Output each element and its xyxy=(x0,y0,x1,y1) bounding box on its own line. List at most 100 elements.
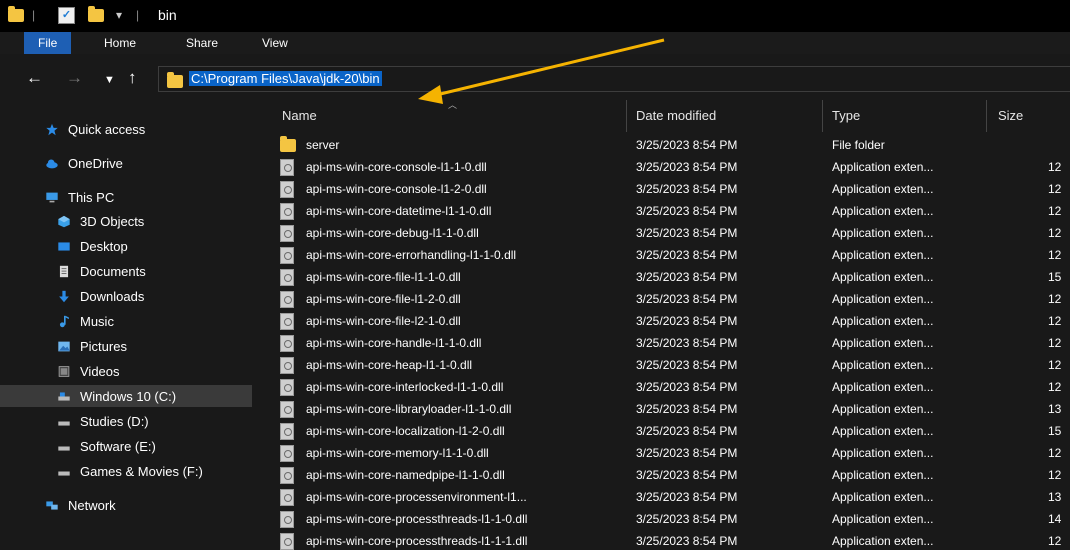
file-name: api-ms-win-core-file-l1-1-0.dll xyxy=(306,270,461,284)
column-header-type[interactable]: Type xyxy=(832,108,860,123)
file-type: Application exten... xyxy=(832,424,934,438)
date-modified: 3/25/2023 8:54 PM xyxy=(636,402,738,416)
computer-icon xyxy=(46,192,58,202)
file-size: 15 xyxy=(1048,270,1062,284)
address-bar[interactable]: C:\Program Files\Java\jdk-20\bin xyxy=(158,66,1070,92)
table-row[interactable]: api-ms-win-core-localization-l1-2-0.dll 3… xyxy=(252,420,1070,442)
sidebar-item-label: 3D Objects xyxy=(80,213,145,229)
drive-icon xyxy=(58,391,70,401)
dll-file-icon xyxy=(280,401,294,418)
file-name: api-ms-win-core-namedpipe-l1-1-0.dll xyxy=(306,468,505,482)
column-divider[interactable] xyxy=(986,100,987,132)
tab-file[interactable]: File xyxy=(24,32,72,54)
new-folder-icon[interactable] xyxy=(88,5,104,24)
file-size: 12 xyxy=(1048,160,1062,174)
chevron-down-icon[interactable]: ▼ xyxy=(104,70,115,90)
file-name: api-ms-win-core-debug-l1-1-0.dll xyxy=(306,226,479,240)
file-size: 12 xyxy=(1048,468,1062,482)
dll-file-icon xyxy=(280,357,294,374)
cube-icon xyxy=(58,215,70,227)
file-name: api-ms-win-core-handle-l1-1-0.dll xyxy=(306,336,482,350)
dll-file-icon xyxy=(280,467,294,484)
file-type: File folder xyxy=(832,138,885,152)
arrow-up-icon[interactable]: ↑ xyxy=(128,68,137,88)
customize-toolbar-icon[interactable]: ▾ xyxy=(116,6,122,24)
table-row[interactable]: api-ms-win-core-debug-l1-1-0.dll 3/25/202… xyxy=(252,222,1070,244)
sidebar-item-this-pc[interactable]: This PC xyxy=(0,186,294,208)
ribbon-tabs: File Home Share View xyxy=(0,32,1070,54)
sidebar-item-network[interactable]: Network xyxy=(0,494,294,516)
date-modified: 3/25/2023 8:54 PM xyxy=(636,270,738,284)
table-row[interactable]: api-ms-win-core-processthreads-l1-1-1.dl… xyxy=(252,530,1070,550)
file-type: Application exten... xyxy=(832,160,934,174)
file-name: api-ms-win-core-localization-l1-2-0.dll xyxy=(306,424,505,438)
network-icon xyxy=(46,500,58,510)
table-row[interactable]: api-ms-win-core-namedpipe-l1-1-0.dll 3/25… xyxy=(252,464,1070,486)
table-row[interactable]: api-ms-win-core-file-l1-1-0.dll 3/25/2023… xyxy=(252,266,1070,288)
file-name: api-ms-win-core-processenvironment-l1... xyxy=(306,490,527,504)
table-row[interactable]: api-ms-win-core-file-l1-2-0.dll 3/25/2023… xyxy=(252,288,1070,310)
dll-file-icon xyxy=(280,489,294,506)
arrow-right-icon[interactable]: → xyxy=(66,68,83,88)
file-name: api-ms-win-core-processthreads-l1-1-0.dl… xyxy=(306,512,528,526)
sidebar-item-quick-access[interactable]: Quick access xyxy=(0,118,294,140)
file-size: 12 xyxy=(1048,314,1062,328)
date-modified: 3/25/2023 8:54 PM xyxy=(636,468,738,482)
file-type: Application exten... xyxy=(832,226,934,240)
tab-home[interactable]: Home xyxy=(104,32,136,54)
dll-file-icon xyxy=(280,247,294,264)
table-row[interactable]: api-ms-win-core-processthreads-l1-1-0.dl… xyxy=(252,508,1070,530)
column-header-date-modified[interactable]: Date modified xyxy=(636,108,716,123)
table-row[interactable]: api-ms-win-core-file-l2-1-0.dll 3/25/2023… xyxy=(252,310,1070,332)
column-divider[interactable] xyxy=(822,100,823,132)
file-explorer-window: | ✓ ▾ | bin File Home Share View ← → ▼ ↑… xyxy=(0,0,1070,550)
column-divider[interactable] xyxy=(626,100,627,132)
table-row[interactable]: api-ms-win-core-datetime-l1-1-0.dll 3/25/… xyxy=(252,200,1070,222)
properties-icon[interactable]: ✓ xyxy=(58,6,75,24)
file-type: Application exten... xyxy=(832,292,934,306)
date-modified: 3/25/2023 8:54 PM xyxy=(636,336,738,350)
file-type: Application exten... xyxy=(832,512,934,526)
table-row[interactable]: api-ms-win-core-interlocked-l1-1-0.dll 3/… xyxy=(252,376,1070,398)
table-row[interactable]: api-ms-win-core-console-l1-1-0.dll 3/25/2… xyxy=(252,156,1070,178)
dll-file-icon xyxy=(280,225,294,242)
address-path[interactable]: C:\Program Files\Java\jdk-20\bin xyxy=(189,71,382,86)
sidebar-item-onedrive[interactable]: OneDrive xyxy=(0,152,294,174)
file-name: api-ms-win-core-console-l1-2-0.dll xyxy=(306,182,487,196)
table-row[interactable]: api-ms-win-core-console-l1-2-0.dll 3/25/2… xyxy=(252,178,1070,200)
date-modified: 3/25/2023 8:54 PM xyxy=(636,160,738,174)
sidebar-item-label: Software (E:) xyxy=(80,438,156,454)
tab-share[interactable]: Share xyxy=(186,32,218,54)
table-row[interactable]: api-ms-win-core-heap-l1-1-0.dll 3/25/2023… xyxy=(252,354,1070,376)
file-name: api-ms-win-core-libraryloader-l1-1-0.dll xyxy=(306,402,512,416)
tab-view[interactable]: View xyxy=(262,32,288,54)
table-row[interactable]: api-ms-win-core-handle-l1-1-0.dll 3/25/20… xyxy=(252,332,1070,354)
file-name: server xyxy=(306,138,340,152)
sidebar-item-label: Downloads xyxy=(80,288,145,304)
window-title: bin xyxy=(158,7,177,23)
file-size: 12 xyxy=(1048,358,1062,372)
arrow-left-icon[interactable]: ← xyxy=(26,68,43,88)
file-size: 12 xyxy=(1048,534,1062,548)
table-row[interactable]: server 3/25/2023 8:54 PM File folder xyxy=(252,134,1070,156)
dll-file-icon xyxy=(280,203,294,220)
table-row[interactable]: api-ms-win-core-libraryloader-l1-1-0.dll… xyxy=(252,398,1070,420)
column-header-size[interactable]: Size xyxy=(998,108,1023,123)
date-modified: 3/25/2023 8:54 PM xyxy=(636,248,738,262)
column-header-name[interactable]: Name xyxy=(282,108,317,123)
file-type: Application exten... xyxy=(832,248,934,262)
table-row[interactable]: api-ms-win-core-memory-l1-1-0.dll 3/25/20… xyxy=(252,442,1070,464)
file-size: 12 xyxy=(1048,336,1062,350)
dll-file-icon xyxy=(280,269,294,286)
file-name: api-ms-win-core-memory-l1-1-0.dll xyxy=(306,446,489,460)
drive-icon xyxy=(58,421,70,426)
sidebar-item-label: Desktop xyxy=(80,238,128,254)
navigation-pane: Quick access OneDrive This PC 3D Objects… xyxy=(0,100,306,550)
table-row[interactable]: api-ms-win-core-errorhandling-l1-1-0.dll… xyxy=(252,244,1070,266)
sidebar-item-label: Documents xyxy=(80,263,146,279)
folder-icon xyxy=(8,5,24,24)
dll-file-icon xyxy=(280,533,294,550)
desktop-icon xyxy=(58,241,70,251)
table-row[interactable]: api-ms-win-core-processenvironment-l1...… xyxy=(252,486,1070,508)
file-list: Name ︿ Date modified Type Size server 3/2… xyxy=(252,100,1070,550)
